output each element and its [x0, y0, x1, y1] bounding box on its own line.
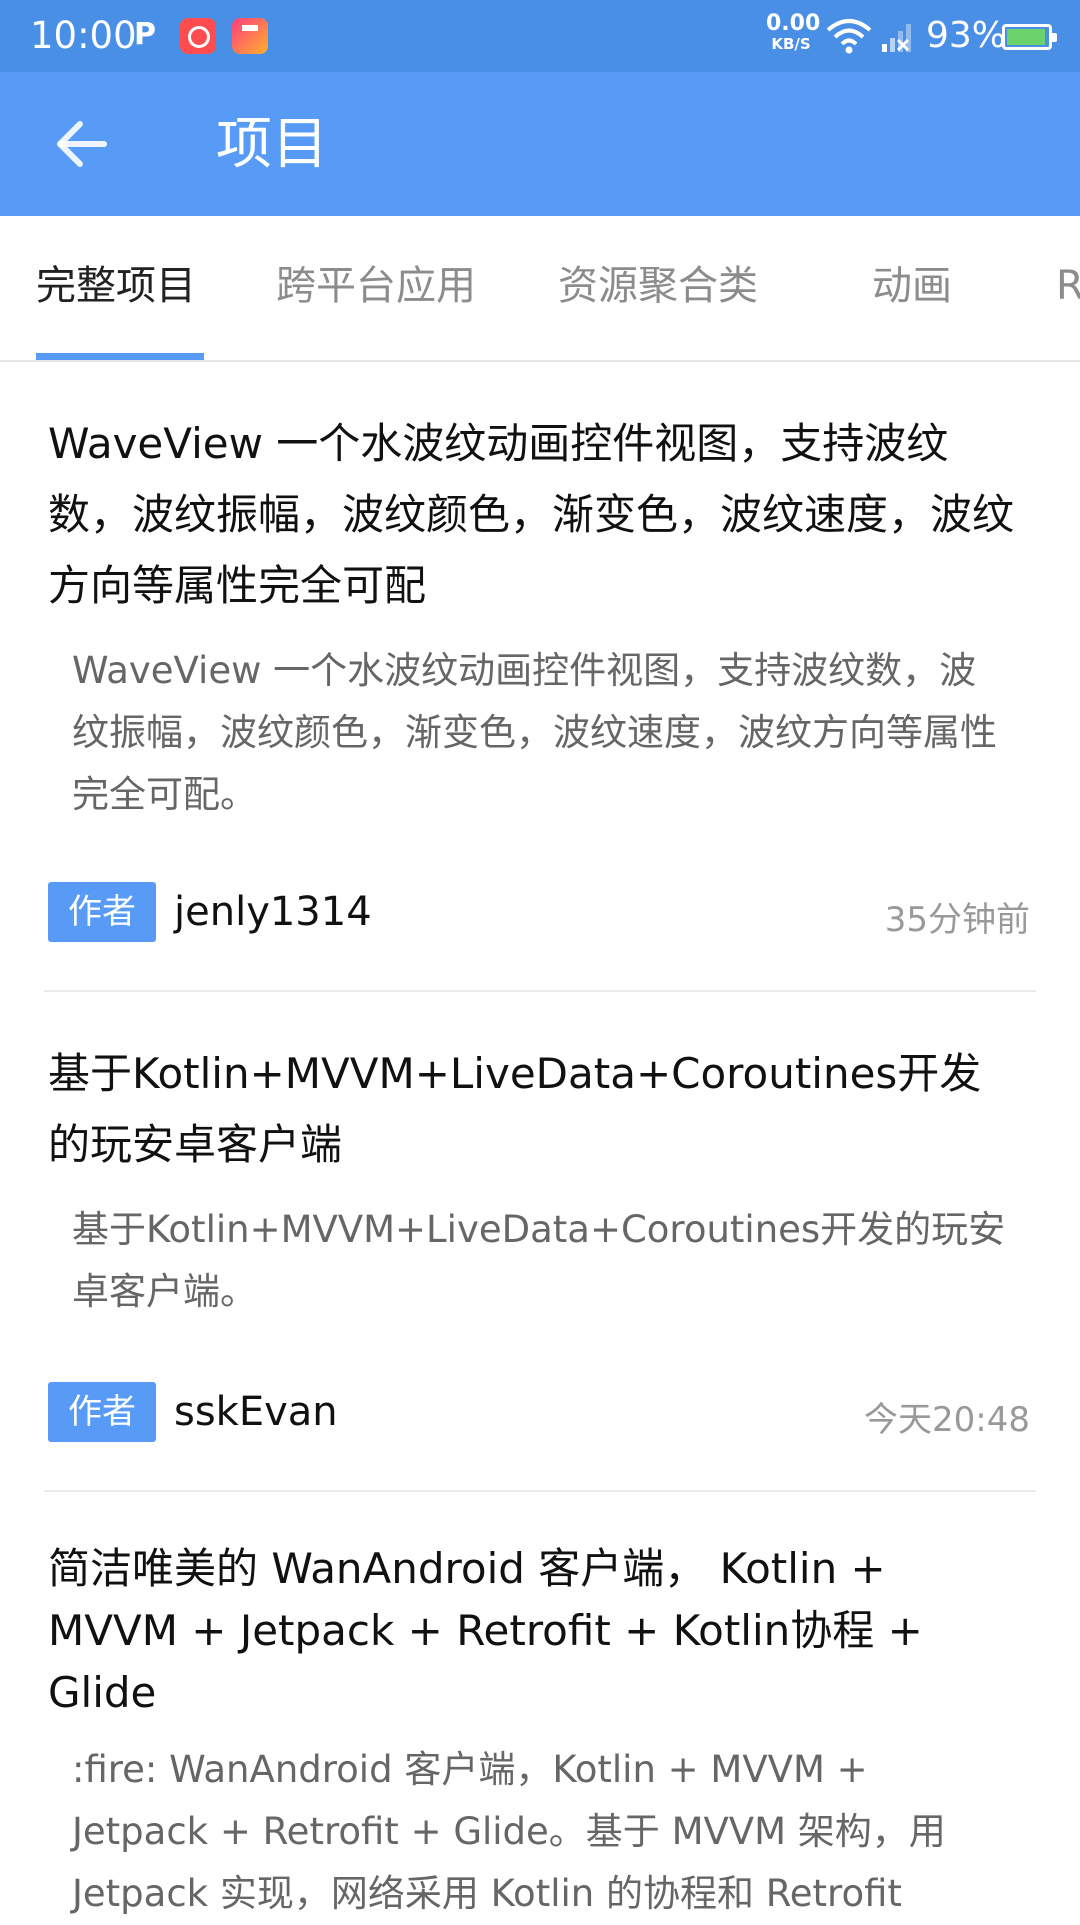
- author-name: sskEvan: [174, 1389, 338, 1435]
- list-item[interactable]: 简洁唯美的 WanAndroid 客户端， Kotlin + MVVM + Je…: [0, 1492, 1080, 1922]
- article-description: 基于Kotlin+MVVM+LiveData+Coroutines开发的玩安卓客…: [72, 1208, 1006, 1313]
- tab-more[interactable]: R: [1056, 258, 1080, 314]
- article-description: WaveView 一个水波纹动画控件视图，支持波纹数，波纹振幅，波纹颜色，渐变色…: [72, 649, 997, 816]
- status-time: 10:00: [30, 14, 137, 57]
- app-bar: 项目: [0, 72, 1080, 216]
- arrow-left-icon: [57, 121, 107, 167]
- article-title: 基于Kotlin+MVVM+LiveData+Coroutines开发的玩安卓客…: [48, 1049, 982, 1169]
- list-item[interactable]: WaveView 一个水波纹动画控件视图，支持波纹数，波纹振幅，波纹颜色，渐变色…: [0, 362, 1080, 992]
- back-button[interactable]: [52, 116, 112, 172]
- status-bar: 10:00 P 0.00 KB/S 93%: [0, 0, 1080, 72]
- category-tabs: 完整项目 跨平台应用 资源聚合类 动画 R: [0, 216, 1080, 362]
- signal-icon: [882, 24, 911, 52]
- network-speed: 0.00 KB/S: [766, 11, 821, 54]
- article-title: WaveView 一个水波纹动画控件视图，支持波纹数，波纹振幅，波纹颜色，渐变色…: [48, 419, 1015, 610]
- tab-complete-projects[interactable]: 完整项目: [36, 258, 196, 314]
- app-notification-icon: [180, 18, 216, 54]
- page-title: 项目: [216, 112, 328, 177]
- tab-indicator: [36, 353, 204, 360]
- battery-icon: [1002, 24, 1057, 50]
- article-description: :fire: WanAndroid 客户端，Kotlin + MVVM + Je…: [72, 1748, 946, 1915]
- battery-percent: 93%: [926, 15, 1007, 56]
- parking-icon: P: [134, 17, 156, 52]
- network-speed-unit: KB/S: [771, 35, 811, 53]
- list-item[interactable]: 基于Kotlin+MVVM+LiveData+Coroutines开发的玩安卓客…: [0, 992, 1080, 1492]
- author-tag: 作者: [48, 882, 156, 942]
- wifi-icon: [826, 19, 872, 54]
- tab-animation[interactable]: 动画: [872, 258, 952, 314]
- tab-cross-platform[interactable]: 跨平台应用: [276, 258, 476, 314]
- author-tag: 作者: [48, 1382, 156, 1442]
- article-title: 简洁唯美的 WanAndroid 客户端， Kotlin + MVVM + Je…: [48, 1544, 923, 1717]
- publish-time: 35分钟前: [884, 900, 1030, 940]
- author-name: jenly1314: [174, 889, 372, 935]
- network-speed-value: 0.00: [766, 11, 821, 36]
- app-notification-icon: [232, 18, 268, 54]
- publish-time: 今天20:48: [864, 1400, 1030, 1440]
- tab-resource-aggregation[interactable]: 资源聚合类: [558, 258, 758, 314]
